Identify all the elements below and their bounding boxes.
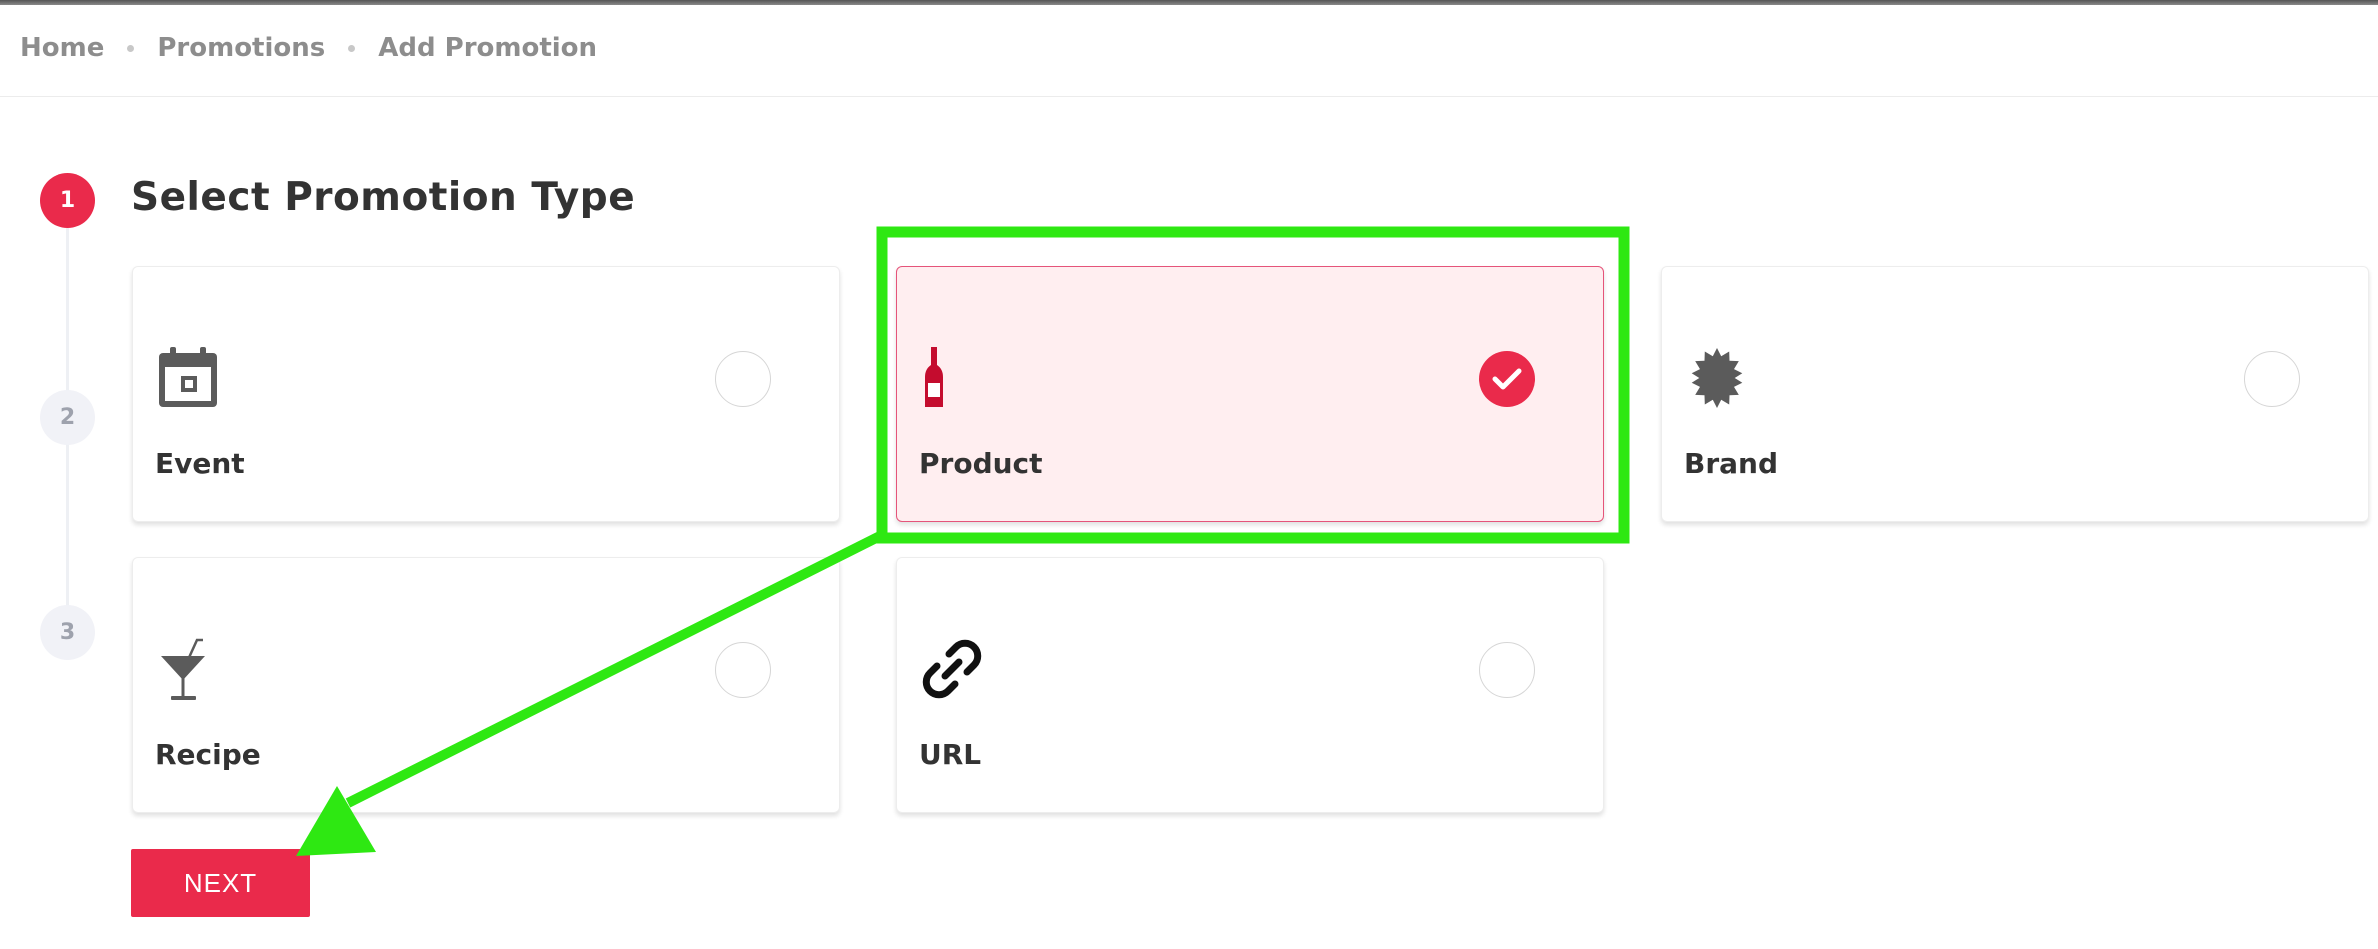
option-label-product: Product <box>919 447 1043 480</box>
step-1-indicator: 1 <box>40 173 95 228</box>
breadcrumb-add-promotion: Add Promotion <box>378 33 598 63</box>
promotion-option-brand[interactable]: Brand <box>1661 266 2369 522</box>
radio-product-checked[interactable] <box>1479 351 1535 407</box>
promotion-option-product[interactable]: Product <box>896 266 1604 522</box>
radio-brand[interactable] <box>2244 351 2300 407</box>
promotion-option-event[interactable]: Event <box>132 266 840 522</box>
option-label-recipe: Recipe <box>155 738 261 771</box>
promotion-option-url[interactable]: URL <box>896 557 1604 813</box>
breadcrumb-separator <box>127 44 135 52</box>
calendar-icon <box>155 345 221 411</box>
radio-url[interactable] <box>1479 642 1535 698</box>
step-3-indicator[interactable]: 3 <box>40 605 95 660</box>
breadcrumb-separator <box>348 44 356 52</box>
option-label-url: URL <box>919 738 982 771</box>
top-border <box>0 0 2378 5</box>
next-button[interactable]: NEXT <box>131 849 310 917</box>
option-label-event: Event <box>155 447 245 480</box>
badge-icon <box>1684 345 1750 411</box>
radio-event[interactable] <box>715 351 771 407</box>
checkmark-icon <box>1492 368 1522 390</box>
promotion-option-recipe[interactable]: Recipe <box>132 557 840 813</box>
link-icon <box>919 636 985 702</box>
option-label-brand: Brand <box>1684 447 1779 480</box>
breadcrumb: Home Promotions Add Promotion <box>20 33 597 63</box>
cocktail-icon <box>155 636 221 702</box>
header-divider <box>0 96 2378 97</box>
radio-recipe[interactable] <box>715 642 771 698</box>
wine-bottle-icon <box>919 345 985 411</box>
section-title: Select Promotion Type <box>131 175 636 220</box>
breadcrumb-home[interactable]: Home <box>20 33 104 63</box>
step-2-indicator[interactable]: 2 <box>40 390 95 445</box>
breadcrumb-promotions[interactable]: Promotions <box>157 33 325 63</box>
